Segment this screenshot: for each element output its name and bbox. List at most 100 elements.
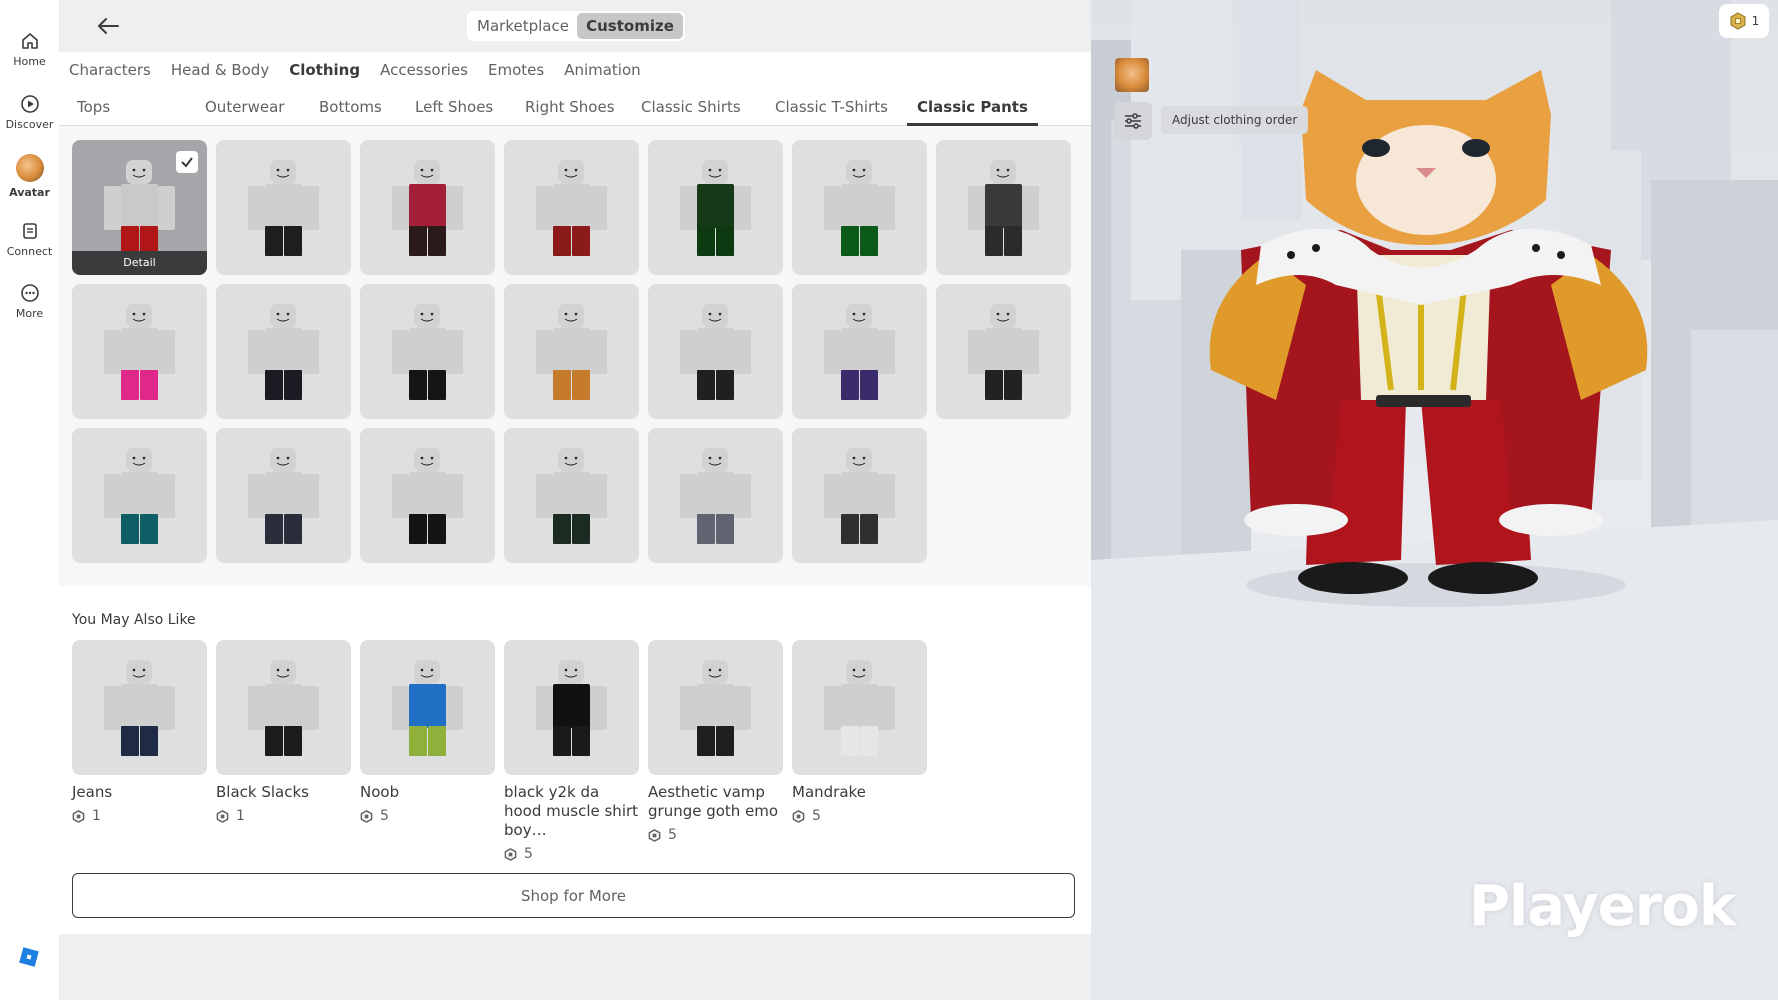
inventory-item[interactable] bbox=[72, 284, 207, 419]
subcategory-tabs: Tops Outerwear Bottoms Left Shoes Right … bbox=[59, 88, 1091, 126]
robux-icon bbox=[648, 828, 661, 842]
inventory-item[interactable] bbox=[504, 140, 639, 275]
avatar-figure-thumbnail bbox=[392, 448, 463, 544]
inventory-item[interactable] bbox=[792, 284, 927, 419]
category-tabs: Characters Head & Body Clothing Accessor… bbox=[59, 52, 1091, 88]
recommended-item-thumbnail[interactable] bbox=[792, 640, 927, 775]
recommended-item-name: Jeans bbox=[72, 783, 113, 801]
avatar-figure-thumbnail bbox=[104, 660, 175, 756]
avatar-figure-thumbnail bbox=[248, 448, 319, 544]
recommended-item[interactable]: Noob 5 bbox=[360, 640, 495, 824]
inventory-item[interactable]: Detail bbox=[72, 140, 207, 275]
recommended-item-name: Mandrake bbox=[792, 783, 866, 801]
subtab-classic-tshirts[interactable]: Classic T-Shirts bbox=[765, 88, 898, 126]
inventory-item[interactable] bbox=[792, 140, 927, 275]
recommended-item-thumbnail[interactable] bbox=[360, 640, 495, 775]
subtab-bottoms[interactable]: Bottoms bbox=[309, 88, 392, 126]
subtab-classic-shirts[interactable]: Classic Shirts bbox=[631, 88, 751, 126]
tab-head-body[interactable]: Head & Body bbox=[171, 61, 269, 79]
marketplace-tab[interactable]: Marketplace bbox=[469, 13, 577, 39]
avatar-figure-thumbnail bbox=[248, 160, 319, 256]
avatar-icon bbox=[15, 154, 44, 182]
inventory-item[interactable] bbox=[504, 428, 639, 563]
avatar-preview[interactable]: Adjust clothing order 1 Playerok bbox=[1091, 0, 1778, 1000]
recommended-item-thumbnail[interactable] bbox=[504, 640, 639, 775]
inventory-item[interactable] bbox=[216, 428, 351, 563]
nav-more[interactable]: More bbox=[0, 283, 59, 320]
recommended-item-thumbnail[interactable] bbox=[648, 640, 783, 775]
recommended-item[interactable]: Black Slacks 1 bbox=[216, 640, 351, 824]
discover-icon bbox=[20, 95, 39, 113]
price-value: 1 bbox=[236, 808, 245, 824]
avatar-figure-thumbnail bbox=[824, 660, 895, 756]
inventory-item[interactable] bbox=[936, 284, 1071, 419]
avatar-figure-thumbnail bbox=[680, 448, 751, 544]
inventory-item[interactable] bbox=[936, 140, 1071, 275]
tab-characters[interactable]: Characters bbox=[69, 61, 151, 79]
price-value: 5 bbox=[668, 827, 677, 843]
tab-accessories[interactable]: Accessories bbox=[380, 61, 468, 79]
avatar-figure-thumbnail bbox=[392, 660, 463, 756]
back-arrow-icon[interactable] bbox=[95, 14, 121, 38]
inventory-item[interactable] bbox=[360, 428, 495, 563]
tab-clothing[interactable]: Clothing bbox=[289, 61, 360, 79]
detail-button[interactable]: Detail bbox=[72, 251, 207, 275]
nav-home-label: Home bbox=[13, 55, 46, 68]
left-nav-rail: Home Discover Avatar Connect More bbox=[0, 0, 59, 1000]
inventory-item[interactable] bbox=[72, 428, 207, 563]
tab-emotes[interactable]: Emotes bbox=[488, 61, 544, 79]
inventory-item[interactable] bbox=[648, 284, 783, 419]
home-icon bbox=[21, 33, 38, 49]
recommended-item[interactable]: Jeans 1 bbox=[72, 640, 207, 824]
recommended-item-price: 1 bbox=[216, 808, 351, 824]
subtab-classic-pants[interactable]: Classic Pants bbox=[907, 88, 1038, 126]
subtab-left-shoes[interactable]: Left Shoes bbox=[405, 88, 503, 126]
recommended-item[interactable]: black y2k da hood muscle shirt boy… 5 bbox=[504, 640, 639, 862]
inventory-item[interactable] bbox=[216, 140, 351, 275]
avatar-figure-thumbnail bbox=[392, 304, 463, 400]
recommendations-title: You May Also Like bbox=[72, 612, 196, 628]
avatar-figure-thumbnail bbox=[680, 160, 751, 256]
recommended-item[interactable]: Mandrake 5 bbox=[792, 640, 927, 824]
roblox-logo-icon[interactable] bbox=[19, 947, 39, 967]
recommended-item[interactable]: Aesthetic vamp grunge goth emo 5 bbox=[648, 640, 783, 843]
avatar-figure-thumbnail bbox=[968, 304, 1039, 400]
adjust-clothing-order-button[interactable] bbox=[1114, 102, 1152, 140]
avatar-figure-thumbnail bbox=[680, 304, 751, 400]
nav-home[interactable]: Home bbox=[0, 31, 59, 68]
nav-avatar[interactable]: Avatar bbox=[0, 154, 59, 199]
nav-connect[interactable]: Connect bbox=[0, 221, 59, 258]
robux-count: 1 bbox=[1751, 14, 1760, 28]
inventory-item[interactable] bbox=[216, 284, 351, 419]
robux-icon bbox=[1730, 12, 1746, 30]
avatar-figure-thumbnail bbox=[392, 160, 463, 256]
nav-avatar-label: Avatar bbox=[9, 186, 50, 199]
nav-discover[interactable]: Discover bbox=[0, 94, 59, 131]
price-value: 1 bbox=[92, 808, 101, 824]
watermark-text: Playerok bbox=[1469, 874, 1736, 939]
recommended-item-name: black y2k da hood muscle shirt boy… bbox=[504, 783, 639, 839]
avatar-figure-thumbnail bbox=[680, 660, 751, 756]
subtab-tops[interactable]: Tops bbox=[67, 88, 120, 126]
inventory-item[interactable] bbox=[504, 284, 639, 419]
shop-for-more-button[interactable]: Shop for More bbox=[72, 873, 1075, 918]
subtab-outerwear[interactable]: Outerwear bbox=[195, 88, 294, 126]
subtab-right-shoes[interactable]: Right Shoes bbox=[515, 88, 625, 126]
avatar-thumbnail[interactable] bbox=[1115, 58, 1149, 92]
inventory-item[interactable] bbox=[648, 140, 783, 275]
robux-balance-button[interactable]: 1 bbox=[1719, 4, 1769, 38]
connect-icon bbox=[22, 223, 37, 239]
recommended-item-thumbnail[interactable] bbox=[216, 640, 351, 775]
tab-animation[interactable]: Animation bbox=[564, 61, 640, 79]
inventory-item[interactable] bbox=[648, 428, 783, 563]
recommended-item-price: 5 bbox=[792, 808, 927, 824]
inventory-item[interactable] bbox=[360, 140, 495, 275]
adjust-clothing-order-tooltip: Adjust clothing order bbox=[1161, 106, 1309, 134]
inventory-item[interactable] bbox=[792, 428, 927, 563]
inventory-grid: Detail bbox=[59, 126, 1091, 586]
customize-tab[interactable]: Customize bbox=[577, 13, 683, 39]
top-bar: Marketplace Customize bbox=[59, 0, 1091, 52]
inventory-item[interactable] bbox=[360, 284, 495, 419]
robux-icon bbox=[72, 809, 85, 823]
recommended-item-thumbnail[interactable] bbox=[72, 640, 207, 775]
